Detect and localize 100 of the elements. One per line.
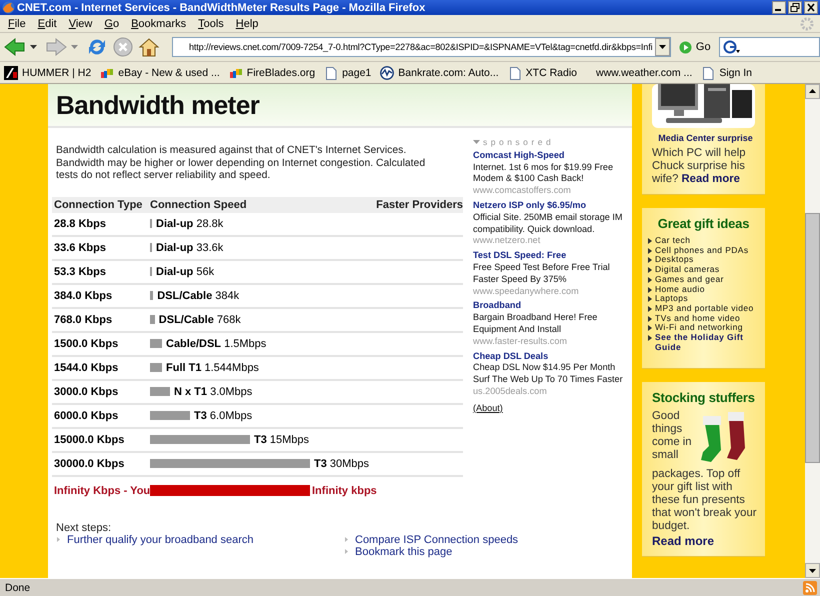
menu-item[interactable]: Tools (192, 18, 230, 30)
bookmark-link[interactable]: page1 (324, 66, 372, 80)
menu-item[interactable]: View (62, 18, 98, 30)
ad-title-link[interactable]: Cheap DSL Deals (473, 350, 632, 362)
scroll-down-icon[interactable] (805, 563, 820, 578)
menu-item[interactable]: Edit (32, 18, 63, 30)
speed-label: T3 6.0Mbps (194, 410, 252, 422)
speed-label: T3 15Mbps (254, 434, 310, 446)
table-cell-text: 15000.0 Kbps (53, 434, 126, 446)
table-cell-text: 28.8 Kbps (53, 218, 107, 230)
ad-url: www.faster-results.com (473, 336, 568, 348)
bullet-icon (648, 257, 652, 264)
sponsored-text: sponsored (483, 137, 554, 149)
intro-text: Bandwidth calculation is measured against that of CNET's Internet Services. Bandwidth may be higher or lower depending on Internet congestion. Calculated tests do not reflect server reliability and speed. (56, 145, 426, 182)
bullet-icon (648, 248, 652, 254)
bullet-icon (344, 549, 349, 554)
bullet-icon (56, 537, 61, 542)
gift-link[interactable]: See the Holiday Gift Guide (655, 333, 759, 352)
page-icon (701, 66, 716, 80)
gift-link[interactable]: Desktops (655, 255, 694, 266)
ad-title-link[interactable]: Broadband (473, 300, 632, 312)
status-text: Done (5, 582, 30, 594)
gift-link[interactable]: Games and gear (655, 274, 724, 285)
card-title: Stocking stuffers (652, 390, 756, 406)
wave-icon (380, 66, 394, 80)
next-step-link[interactable]: Further qualify your broadband search (67, 534, 254, 546)
gift-link[interactable]: Wi-Fi and networking (655, 323, 743, 334)
scrollbar[interactable] (805, 84, 820, 578)
menu-item[interactable]: File (2, 18, 32, 30)
menu-item[interactable]: Go (98, 18, 126, 30)
stocking-text: Good things come in small packages. Top off your gift list with these fun presents that won't break your budget. (652, 410, 758, 534)
table-cell-text: 1544.0 Kbps (53, 362, 120, 374)
restore-icon[interactable] (788, 1, 802, 14)
bookmark-link[interactable]: Sign In (701, 66, 752, 80)
read-more-link[interactable]: Read more (652, 534, 714, 548)
page-icon (324, 66, 338, 80)
back-icon[interactable] (4, 37, 26, 57)
ad-url: www.comcastoffers.com (473, 185, 572, 197)
ad-title-link[interactable]: Netzero ISP only $6.95/mo (473, 200, 632, 212)
dropdown-icon[interactable] (654, 38, 670, 56)
menu-item[interactable]: Bookmarks (125, 18, 192, 30)
table-cell-text: 3000.0 Kbps (53, 386, 120, 398)
table-cell-text: 6000.0 Kbps (53, 410, 120, 422)
home-icon[interactable] (138, 36, 160, 58)
window-title: CNET.com - Internet Services - BandWidthMeter Results Page - Mozilla Firefox (17, 2, 426, 14)
bookmark-link[interactable]: Bankrate.com: Auto... (380, 66, 499, 80)
bookmark-link[interactable]: eBay - New & used ... (100, 66, 220, 80)
column-header: Faster Providers (376, 198, 463, 210)
table-cell-text: 30000.0 Kbps (53, 458, 126, 470)
scroll-up-icon[interactable] (805, 84, 820, 99)
speed-label: Infinity kbps (312, 484, 377, 496)
search-field[interactable] (718, 37, 820, 57)
bullet-icon (648, 276, 652, 283)
search-engine-icon[interactable] (722, 39, 741, 55)
table-cell-text: 384.0 Kbps (53, 290, 114, 302)
column-header: Connection Speed (150, 198, 247, 210)
about-link[interactable]: (About) (473, 402, 503, 415)
gift-link[interactable]: Car tech (655, 236, 690, 246)
promo-text: Which PC will help Chuck surprise his wife? Read more (652, 147, 747, 186)
next-step-link[interactable]: Compare ISP Connection speeds (355, 534, 518, 546)
speed-label: DSL/Cable 384k (157, 290, 240, 302)
read-more-link[interactable]: Read more (682, 173, 740, 185)
caret-icon[interactable] (30, 44, 37, 50)
table-cell-text: 1500.0 Kbps (53, 338, 120, 350)
bookmark-link[interactable]: XTC Radio (508, 66, 578, 80)
speed-label: Dial-up 33.6k (156, 242, 224, 254)
next-steps-label: Next steps: (56, 522, 112, 534)
address-field[interactable]: http://reviews.cnet.com/7009-7254_7-0.html?CType=2278&ac=802&ISPID=&ISPNAME=VTel&tag=cnetfd.dir&kbps=Infi (172, 37, 671, 57)
stop-icon[interactable] (112, 36, 134, 58)
next-step-link[interactable]: Bookmark this page (355, 546, 452, 558)
menu-item[interactable]: Help (230, 18, 264, 30)
gift-link[interactable]: Digital cameras (655, 265, 720, 275)
speed-label: Full T1 1.544Mbps (166, 362, 259, 374)
ad-text: Internet. 1st 6 mos for $19.99 Free Modem & $100 Cash Back! (473, 162, 614, 186)
bullet-icon (648, 286, 652, 293)
minimize-icon[interactable] (772, 1, 786, 14)
gift-link[interactable]: TVs and home video (655, 314, 740, 324)
ad-title-link[interactable]: Comcast High-Speed (473, 150, 632, 162)
close-icon[interactable] (804, 1, 818, 14)
ad-text: Official Site. 250MB email storage IM compatibility. Quick download. (473, 212, 624, 236)
caret-icon (473, 140, 480, 146)
speed-label: Cable/DSL 1.5Mbps (166, 338, 266, 350)
bookmark-link[interactable]: HUMMER | H2 (4, 66, 92, 80)
bullet-icon (648, 335, 652, 342)
ad-text: Free Speed Test Before Free Trial Faster Speed By 375% (473, 262, 611, 286)
go-button[interactable]: Go (674, 40, 715, 54)
page-icon (508, 66, 522, 80)
table-cell-text: Infinity Kbps - You (53, 484, 150, 496)
gift-link[interactable]: Laptops (655, 294, 688, 304)
gift-link[interactable]: Home audio (655, 284, 705, 294)
gift-link[interactable]: MP3 and portable video (655, 304, 754, 314)
go-icon (678, 40, 692, 54)
speed-label: N x T1 3.0Mbps (174, 386, 252, 398)
scroll-thumb[interactable] (805, 213, 820, 463)
bookmark-link[interactable]: FireBlades.org (228, 66, 316, 80)
bookmark-link[interactable]: www.weather.com ... (596, 66, 692, 78)
gift-link[interactable]: Cell phones and PDAs (655, 246, 749, 256)
throbber-icon (800, 16, 814, 30)
bullet-icon (648, 316, 652, 322)
ad-title-link[interactable]: Test DSL Speed: Free (473, 250, 632, 262)
